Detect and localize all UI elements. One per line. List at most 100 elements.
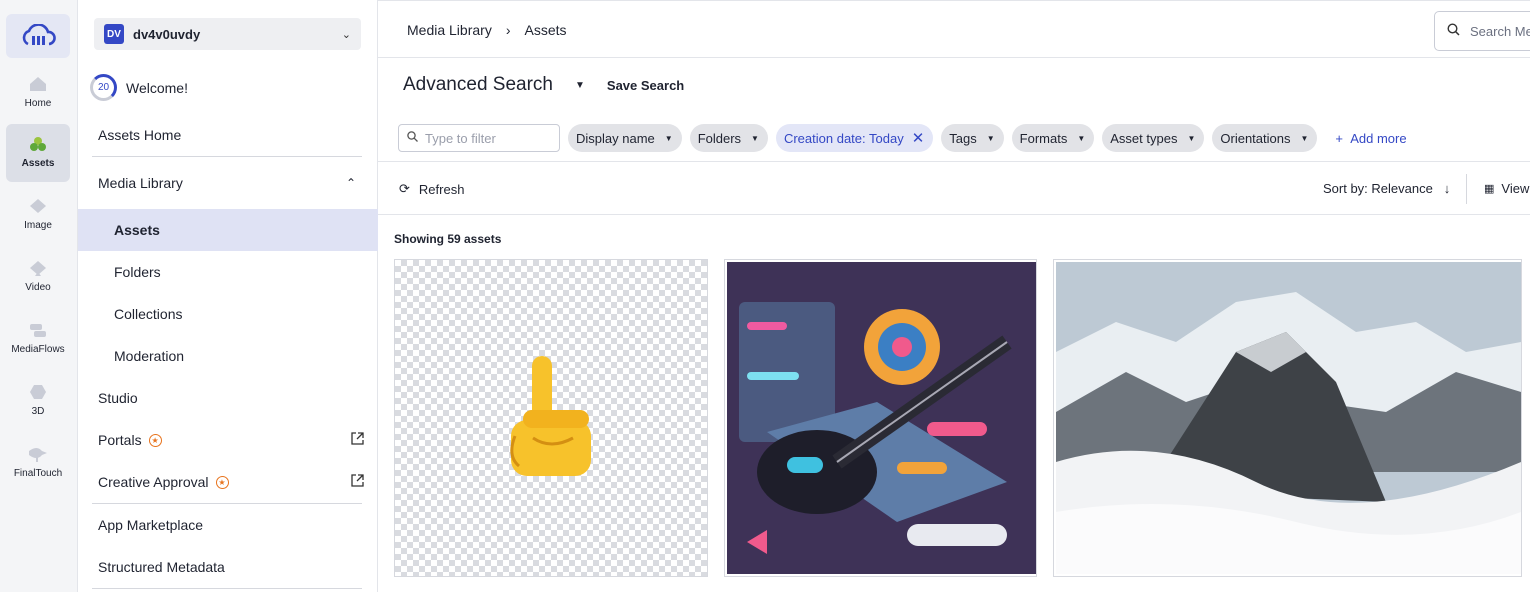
nav-item-media-library[interactable]: Media Library ⌃ <box>78 162 378 204</box>
cloud-selector[interactable]: DV dv4v0uvdy ⌄ <box>94 18 361 50</box>
nav-item-label: Folders <box>114 264 161 280</box>
nav-item-studio[interactable]: Studio <box>78 377 378 419</box>
chip-formats[interactable]: Formats ▼ <box>1011 124 1095 152</box>
rail-mediaflows[interactable]: MediaFlows <box>6 310 70 368</box>
rail-finaltouch[interactable]: FinalTouch <box>6 434 70 492</box>
grid-icon: ▦ <box>1484 183 1495 195</box>
chip-label: Tags <box>949 130 977 146</box>
rail-assets[interactable]: Assets <box>6 124 70 182</box>
chip-display-name[interactable]: Display name ▼ <box>568 124 682 152</box>
nav-item-folders[interactable]: Folders <box>78 251 378 293</box>
search-placeholder: Search Me <box>1470 23 1530 39</box>
chip-label: Asset types <box>1110 130 1178 146</box>
add-more-label: Add more <box>1350 130 1407 146</box>
rail-label: MediaFlows <box>11 344 65 355</box>
rail-label: Video <box>25 282 51 293</box>
chip-creation-date[interactable]: Creation date: Today ✕ <box>775 124 934 152</box>
chip-asset-types[interactable]: Asset types ▼ <box>1102 124 1205 152</box>
nav-item-label: Assets <box>114 222 160 238</box>
filter-placeholder: Type to filter <box>425 130 496 146</box>
progress-ring: 20 <box>90 74 117 101</box>
sort-dropdown[interactable]: Sort by: Relevance ↓ <box>1323 181 1450 196</box>
refresh-button[interactable]: ⟳ Refresh <box>399 181 464 197</box>
chip-label: Display name <box>576 130 655 146</box>
nav-item-label: Creative Approval <box>98 474 209 490</box>
add-more-button[interactable]: + Add more <box>1335 131 1406 146</box>
rail-3d[interactable]: 3D <box>6 372 70 430</box>
welcome-item[interactable]: 20 Welcome! <box>90 74 188 101</box>
filter-input[interactable]: Type to filter <box>398 124 560 152</box>
divider <box>92 588 362 589</box>
caret-down-icon: ▼ <box>986 133 995 143</box>
caret-down-icon: ▼ <box>1187 133 1196 143</box>
top-bar: Media Library › Assets Search Me <box>378 0 1530 58</box>
chip-label: Formats <box>1019 130 1068 146</box>
rail-image[interactable]: Image <box>6 186 70 244</box>
caret-down-icon: ▼ <box>664 133 673 143</box>
nav-item-app-marketplace[interactable]: App Marketplace <box>78 504 378 546</box>
guitar-illustration-image <box>727 262 1036 574</box>
chip-folders[interactable]: Folders ▼ <box>689 124 768 152</box>
asset-tile[interactable] <box>1053 259 1522 577</box>
3d-icon <box>28 382 48 402</box>
main-content: Media Library › Assets Search Me Advance… <box>378 0 1530 592</box>
close-icon[interactable]: ✕ <box>912 129 925 147</box>
arrow-down-icon: ↓ <box>1436 181 1451 196</box>
image-icon <box>28 196 48 216</box>
video-icon <box>28 258 48 278</box>
filter-bar: Type to filter Display name ▼ Folders ▼ Cr… <box>398 124 1407 152</box>
nav-item-label: Structured Metadata <box>98 559 225 575</box>
chevron-up-icon: ⌃ <box>345 176 356 190</box>
asset-tile[interactable] <box>394 259 708 577</box>
view-label: View <box>1501 181 1530 196</box>
nav-item-label: Studio <box>98 390 138 406</box>
nav-panel: DV dv4v0uvdy ⌄ 20 Welcome! Assets Home M… <box>78 0 378 592</box>
caret-down-icon[interactable]: ▼ <box>575 80 585 91</box>
cloud-badge: DV <box>104 24 124 44</box>
breadcrumb-separator-icon: › <box>505 22 511 38</box>
save-search-button[interactable]: Save Search <box>607 78 684 93</box>
global-search-input[interactable]: Search Me <box>1434 11 1530 51</box>
nav-item-portals[interactable]: Portals ★ <box>78 419 378 461</box>
mountain-image <box>1056 262 1521 574</box>
chip-label: Folders <box>697 130 742 146</box>
nav-item-assets-home[interactable]: Assets Home <box>78 114 378 156</box>
rail-label: Image <box>24 220 52 231</box>
refresh-icon: ⟳ <box>399 181 410 196</box>
home-icon <box>28 74 48 94</box>
caret-down-icon: ▼ <box>1300 133 1309 143</box>
cloud-name: dv4v0uvdy <box>133 26 201 42</box>
advanced-search-title: Advanced Search <box>403 74 553 95</box>
caret-down-icon: ▼ <box>1077 133 1086 143</box>
nav-item-moderation[interactable]: Moderation <box>78 335 378 377</box>
nav-item-label: App Marketplace <box>98 517 204 533</box>
nav-item-assets[interactable]: Assets <box>78 209 378 251</box>
search-icon <box>1447 23 1460 39</box>
chip-label: Creation date: Today <box>783 130 904 146</box>
breadcrumb-assets: Assets <box>524 22 567 38</box>
search-icon <box>407 131 418 145</box>
view-toggle[interactable]: ▦ View <box>1484 181 1529 196</box>
premium-star-icon: ★ <box>148 433 162 447</box>
chip-tags[interactable]: Tags ▼ <box>941 124 1004 152</box>
caret-down-icon: ▼ <box>751 133 759 143</box>
results-count: Showing 59 assets <box>394 232 502 246</box>
breadcrumb: Media Library › Assets <box>407 22 567 38</box>
asset-tile[interactable] <box>724 259 1037 577</box>
chip-label: Orientations <box>1220 130 1291 146</box>
rail-video[interactable]: Video <box>6 248 70 306</box>
chip-orientations[interactable]: Orientations ▼ <box>1212 124 1318 152</box>
premium-star-icon: ★ <box>215 475 229 489</box>
nav-item-structured-metadata[interactable]: Structured Metadata <box>78 546 378 588</box>
breadcrumb-media-library[interactable]: Media Library <box>407 22 492 38</box>
pointing-finger-image <box>510 356 591 476</box>
nav-item-collections[interactable]: Collections <box>78 293 378 335</box>
nav-item-creative-approval[interactable]: Creative Approval ★ <box>78 461 378 503</box>
chevron-down-icon: ⌄ <box>341 28 351 41</box>
rail-home[interactable]: Home <box>6 64 70 122</box>
nav-item-label: Portals <box>98 432 142 448</box>
rail-label: Assets <box>21 158 55 169</box>
divider <box>92 156 362 157</box>
cloudinary-logo-icon[interactable] <box>6 14 70 58</box>
divider <box>1466 174 1467 204</box>
